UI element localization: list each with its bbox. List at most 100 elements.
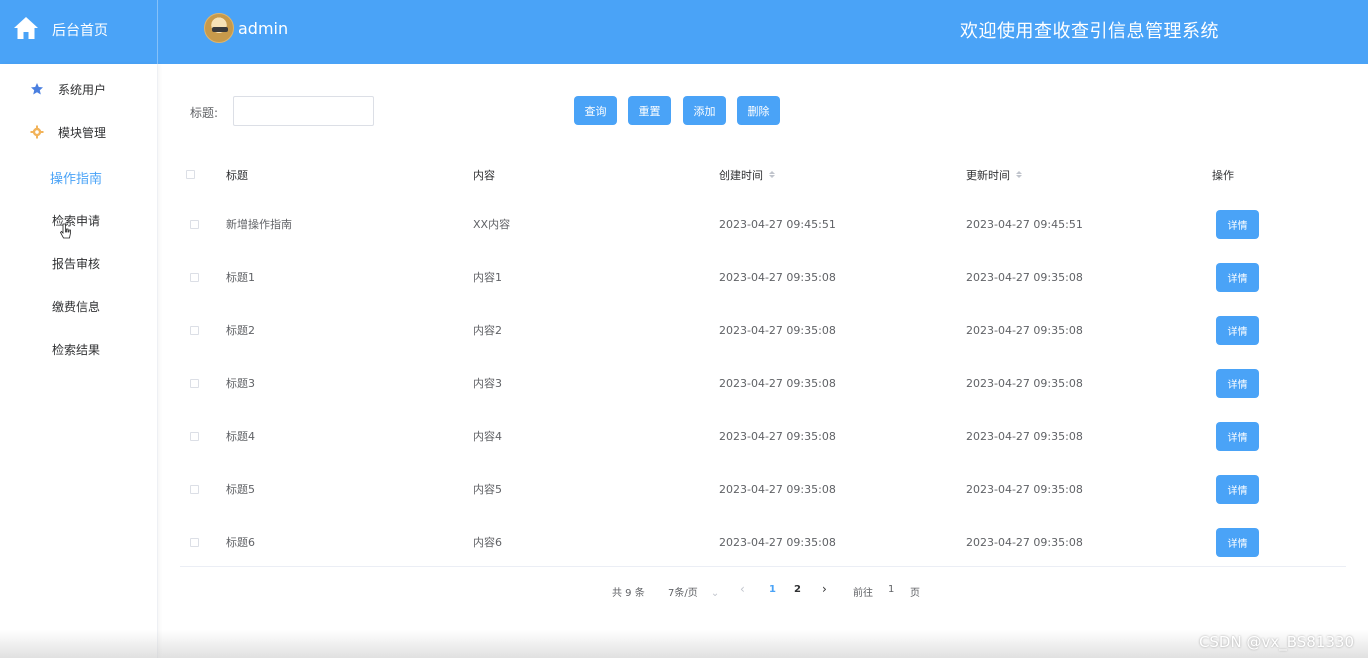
row-checkbox[interactable] [190,272,199,282]
table-row: 标题6 内容6 2023-04-27 09:35:08 2023-04-27 0… [180,516,1346,569]
select-all-checkbox[interactable] [186,170,195,179]
sidebar-item-label: 模块管理 [58,125,107,140]
cell-content: XX内容 [473,218,511,231]
top-bar: 后台首页 admin 欢迎使用查收查引信息管理系统 [0,0,1368,64]
search-label: 标题: [190,106,219,120]
sidebar-subitem-report-review[interactable]: 报告审核 [0,243,158,283]
detail-button[interactable]: 详情 [1216,315,1259,345]
cell-created: 2023-04-27 09:35:08 [719,270,836,284]
cell-content: 内容6 [473,536,502,549]
row-checkbox[interactable] [190,431,199,441]
detail-button[interactable]: 详情 [1216,368,1259,398]
column-header-actions: 操作 [1212,168,1234,182]
table-header-row: 标题 内容 创建时间 更新时间 操作 [180,152,1346,198]
cell-title: 标题3 [226,377,255,390]
prev-page-icon[interactable]: ‹ [740,582,745,596]
sidebar-subitem-search-request[interactable]: 检索申请 [0,200,158,240]
column-header-updated[interactable]: 更新时间 [966,152,1022,197]
column-header-label: 更新时间 [966,168,1010,182]
cell-created: 2023-04-27 09:35:08 [719,482,836,496]
sidebar-item-module-management[interactable]: 模块管理 [0,112,158,152]
cell-content: 内容3 [473,377,502,390]
cell-updated: 2023-04-27 09:35:08 [966,482,1083,496]
cell-title: 标题4 [226,430,255,443]
row-checkbox[interactable] [190,484,199,494]
column-header-label: 创建时间 [719,168,763,182]
goto-page-input[interactable]: 1 [888,584,894,595]
table-divider [180,566,1346,567]
delete-button[interactable]: 删除 [737,96,780,125]
detail-button[interactable]: 详情 [1216,421,1259,451]
cell-created: 2023-04-27 09:35:08 [719,429,836,443]
goto-prefix: 前往 [853,588,873,599]
row-checkbox[interactable] [190,537,199,547]
star-icon [30,82,44,96]
cell-created: 2023-04-27 09:35:08 [719,535,836,549]
gear-icon [30,125,44,139]
cell-updated: 2023-04-27 09:35:08 [966,323,1083,337]
page-number-1[interactable]: 1 [769,584,776,595]
pagination-total: 共 9 条 [612,588,645,599]
page-size-select[interactable]: 7条/页 ⌄ [668,584,719,599]
cell-updated: 2023-04-27 09:45:51 [966,217,1083,231]
sidebar-item-system-users[interactable]: 系统用户 [0,69,158,109]
user-menu[interactable]: admin [204,12,288,44]
pointer-cursor-icon [60,223,71,239]
page-number-2[interactable]: 2 [794,584,801,595]
sort-icon[interactable] [1016,171,1022,178]
cell-content: 内容4 [473,430,502,443]
detail-button[interactable]: 详情 [1216,527,1259,557]
column-header-created[interactable]: 创建时间 [719,152,775,197]
sidebar: 系统用户 模块管理 操作指南 检索申请 报告审核 缴费信息 检索结果 [0,64,158,658]
cell-created: 2023-04-27 09:35:08 [719,376,836,390]
column-header-content: 内容 [473,168,495,182]
cell-title: 标题5 [226,483,255,496]
brand-home-link[interactable]: 后台首页 [0,0,158,64]
detail-button[interactable]: 详情 [1216,474,1259,504]
column-header-title: 标题 [226,168,248,182]
table-row: 标题5 内容5 2023-04-27 09:35:08 2023-04-27 0… [180,463,1346,516]
cell-content: 内容1 [473,271,502,284]
row-checkbox[interactable] [190,325,199,335]
next-page-icon[interactable]: › [822,582,827,596]
table-row: 新增操作指南 XX内容 2023-04-27 09:45:51 2023-04-… [180,198,1346,251]
table-row: 标题3 内容3 2023-04-27 09:35:08 2023-04-27 0… [180,357,1346,410]
data-table: 标题 内容 创建时间 更新时间 操作 新增操作指南 XX内容 2023-04-2… [180,152,1346,569]
row-checkbox[interactable] [190,378,199,388]
detail-button[interactable]: 详情 [1216,262,1259,292]
table-row: 标题1 内容1 2023-04-27 09:35:08 2023-04-27 0… [180,251,1346,304]
sidebar-subitem-payment-info[interactable]: 缴费信息 [0,286,158,326]
cell-created: 2023-04-27 09:35:08 [719,323,836,337]
sidebar-item-label: 系统用户 [58,82,107,97]
query-button[interactable]: 查询 [574,96,617,125]
chevron-down-icon: ⌄ [710,588,720,599]
title-search-input[interactable] [233,96,374,126]
page-size-value: 7条/页 [668,588,698,599]
detail-button[interactable]: 详情 [1216,209,1259,239]
sort-icon[interactable] [769,171,775,178]
row-checkbox[interactable] [190,219,199,229]
table-row: 标题4 内容4 2023-04-27 09:35:08 2023-04-27 0… [180,410,1346,463]
sidebar-subitem-search-results[interactable]: 检索结果 [0,329,158,369]
sidebar-subitem-guide[interactable]: 操作指南 [0,157,158,197]
avatar[interactable] [204,13,234,43]
brand-label: 后台首页 [52,23,108,39]
cell-updated: 2023-04-27 09:35:08 [966,270,1083,284]
home-icon [14,17,38,39]
pagination: 共 9 条 7条/页 ⌄ ‹ 1 2 › 前往 1 页 [162,580,1368,600]
add-button[interactable]: 添加 [683,96,726,125]
cell-created: 2023-04-27 09:45:51 [719,217,836,231]
cell-updated: 2023-04-27 09:35:08 [966,535,1083,549]
goto-suffix: 页 [910,588,920,599]
cell-content: 内容2 [473,324,502,337]
bottom-shade [0,630,1368,658]
table-row: 标题2 内容2 2023-04-27 09:35:08 2023-04-27 0… [180,304,1346,357]
cell-content: 内容5 [473,483,502,496]
cell-title: 标题6 [226,536,255,549]
main-content: 标题: 查询 重置 添加 删除 标题 内容 创建时间 更新时间 操作 新增操作指… [162,64,1368,658]
reset-button[interactable]: 重置 [628,96,671,125]
watermark: CSDN @vx_BS81330 [1198,633,1354,651]
system-title: 欢迎使用查收查引信息管理系统 [960,21,1219,42]
cell-title: 标题2 [226,324,255,337]
cell-updated: 2023-04-27 09:35:08 [966,376,1083,390]
